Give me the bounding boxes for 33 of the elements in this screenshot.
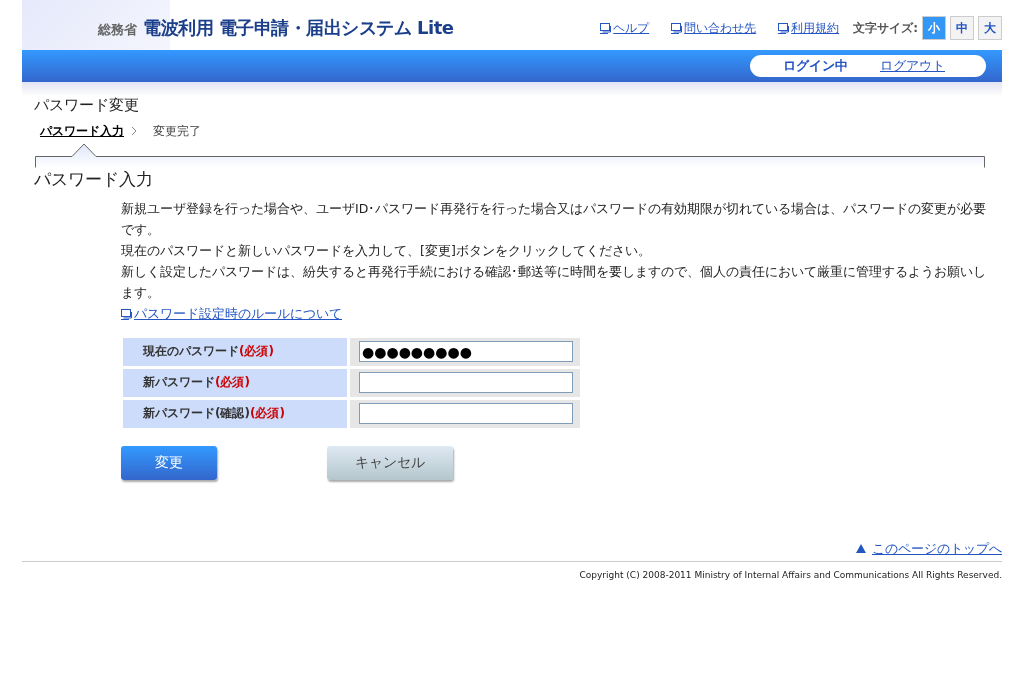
window-icon bbox=[778, 22, 791, 34]
step-label: パスワード入力 bbox=[40, 122, 124, 140]
up-triangle-icon bbox=[856, 544, 866, 553]
window-icon bbox=[671, 22, 684, 34]
instruction-text: 現在のパスワードと新しいパスワードを入力して、[変更]ボタンをクリックしてください。 bbox=[121, 242, 652, 260]
field-label: 新パスワード(確認)(必須) bbox=[123, 399, 347, 428]
password-field[interactable] bbox=[359, 403, 573, 424]
page-title: パスワード変更 bbox=[33, 96, 140, 116]
font-size-label: 文字サイズ: bbox=[853, 19, 918, 37]
password-field[interactable] bbox=[359, 372, 573, 393]
ministry-name: 総務省 bbox=[98, 21, 137, 39]
cancel-button[interactable]: キャンセル bbox=[327, 445, 453, 480]
page-top-link[interactable]: このページのトップへ bbox=[856, 539, 1002, 558]
field-label: 新パスワード(必須) bbox=[123, 368, 347, 397]
header-link[interactable]: 利用規約 bbox=[778, 19, 840, 37]
field-label: 現在のパスワード(必須) bbox=[123, 337, 347, 366]
copyright-text: Copyright (C) 2008-2011 Ministry of Internal Affairs and Communications All Rights Reserved. bbox=[578, 568, 1002, 580]
header-link[interactable]: ヘルプ bbox=[600, 19, 650, 37]
chevron-icon bbox=[131, 126, 138, 136]
font-size-button[interactable]: 大 bbox=[978, 16, 1002, 40]
instruction-text: 新しく設定したパスワードは、紛失すると再発行手続における確認･郵送等に時間を要しますので、個人の責任において厳重に管理するようお願いします。 bbox=[121, 263, 987, 302]
header-link[interactable]: 問い合わせ先 bbox=[671, 19, 757, 37]
font-size-button[interactable]: 中 bbox=[950, 16, 974, 40]
instruction-text: 新規ユーザ登録を行った場合や、ユーザID･パスワード再発行を行った場合又はパスワードの有効期限が切れている場合は、パスワードの変更が必要です。 bbox=[121, 200, 988, 239]
window-icon bbox=[121, 308, 133, 320]
step-label: 変更完了 bbox=[153, 122, 201, 140]
logout-link[interactable]: ログアウト bbox=[880, 57, 945, 75]
password-field[interactable]: ●●●●●●●●● bbox=[359, 341, 573, 362]
section-title: パスワード入力 bbox=[33, 168, 154, 191]
window-icon bbox=[600, 22, 613, 34]
login-status: ログイン中 bbox=[781, 57, 849, 75]
site-title: 電波利用 電子申請・届出システム Lite bbox=[143, 16, 454, 40]
change-button[interactable]: 変更 bbox=[121, 445, 217, 480]
